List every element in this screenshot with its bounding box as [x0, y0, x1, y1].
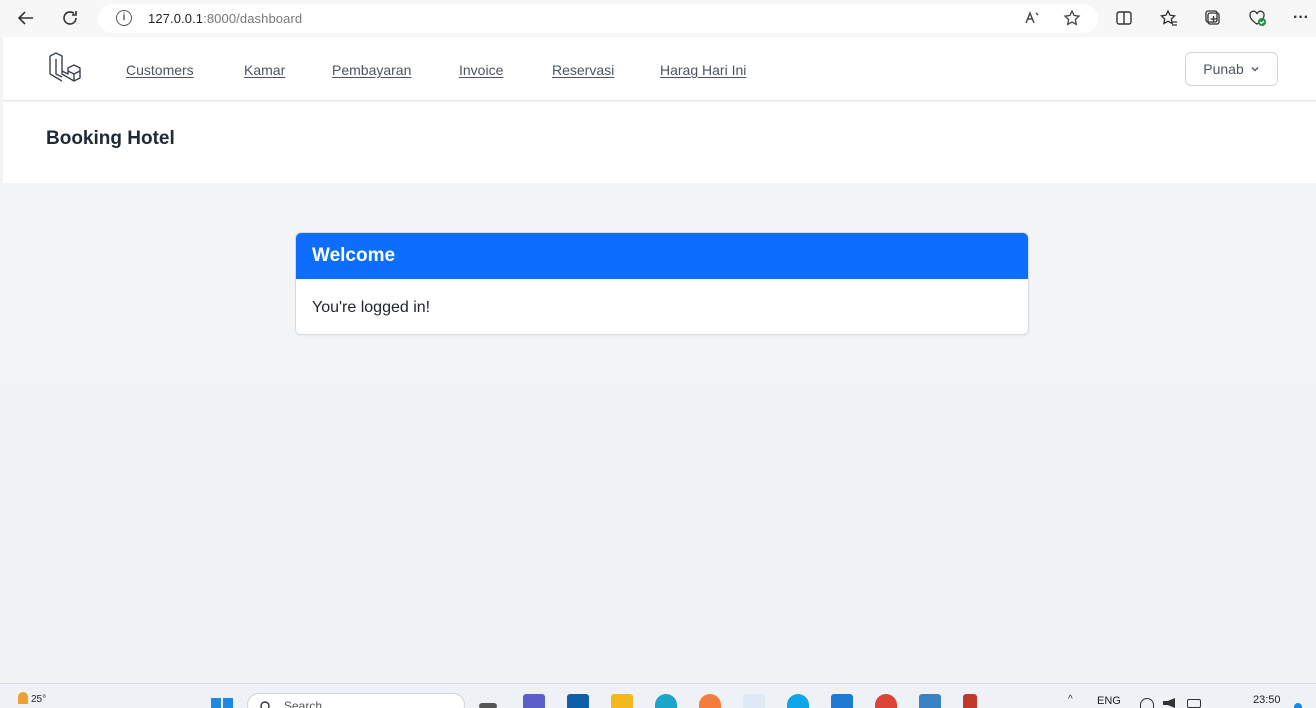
taskbar-search-input[interactable]: Search [247, 693, 465, 708]
split-screen-icon[interactable] [1110, 4, 1138, 32]
edge-icon[interactable] [655, 694, 677, 708]
card-title: Welcome [296, 233, 1028, 279]
store-icon[interactable] [743, 694, 765, 708]
photos-icon[interactable] [919, 694, 941, 708]
mail-icon[interactable] [567, 694, 589, 708]
address-bar[interactable]: i 127.0.0.1:8000/dashboard [98, 4, 1098, 33]
nav-link-pembayaran[interactable]: Pembayaran [332, 62, 411, 78]
browser-toolbar: i 127.0.0.1:8000/dashboard ··· [0, 0, 1316, 37]
collections-icon[interactable] [1199, 4, 1227, 32]
welcome-card: Welcome You're logged in! [295, 232, 1029, 335]
app-icon-2[interactable] [963, 694, 977, 708]
wifi-icon[interactable] [1140, 698, 1154, 708]
taskbar: 25° Search ^ ENG 23:50 [0, 683, 1316, 708]
page: Customers Kamar Pembayaran Invoice Reser… [3, 37, 1316, 683]
search-placeholder: Search [284, 699, 323, 708]
user-name: Punab [1203, 61, 1244, 77]
windows-start-icon[interactable] [211, 696, 233, 708]
navbar: Customers Kamar Pembayaran Invoice Reser… [3, 37, 1316, 101]
user-dropdown-button[interactable]: Punab [1185, 52, 1278, 86]
weather-widget[interactable] [18, 692, 28, 704]
app-icon[interactable] [787, 694, 809, 708]
favorites-icon[interactable] [1155, 4, 1183, 32]
reload-icon[interactable] [56, 4, 84, 32]
laravel-logo-icon[interactable] [47, 51, 83, 87]
url-path: :8000/dashboard [203, 11, 303, 26]
task-view-icon[interactable] [479, 703, 497, 708]
battery-icon[interactable] [1187, 699, 1201, 708]
main-content: Welcome You're logged in! [3, 183, 1316, 384]
file-explorer-icon[interactable] [611, 694, 633, 708]
search-icon [260, 701, 270, 708]
nav-link-invoice[interactable]: Invoice [459, 62, 503, 78]
url-host: 127.0.0.1 [148, 11, 204, 26]
nav-link-customers[interactable]: Customers [126, 62, 194, 78]
language-indicator[interactable]: ENG [1097, 695, 1121, 707]
weather-temp: 25° [31, 694, 47, 705]
clock-time[interactable]: 23:50 [1253, 694, 1281, 706]
browser-essentials-icon[interactable] [1243, 4, 1271, 32]
nav-link-kamar[interactable]: Kamar [244, 62, 285, 78]
empty-area [3, 384, 1316, 683]
notification-dot-icon[interactable] [1294, 703, 1302, 708]
more-menu-icon[interactable]: ··· [1287, 4, 1315, 32]
teams-icon[interactable] [523, 694, 545, 708]
chevron-up-icon[interactable]: ^ [1068, 694, 1073, 705]
card-message: You're logged in! [312, 299, 431, 316]
nav-link-harga-hari-ini[interactable]: Harag Hari Ini [660, 62, 746, 78]
chrome-icon[interactable] [875, 694, 897, 708]
volume-icon[interactable] [1163, 698, 1175, 708]
firefox-icon[interactable] [699, 694, 721, 708]
page-title: Booking Hotel [46, 128, 175, 149]
chevron-down-icon [1251, 67, 1259, 72]
url-text: 127.0.0.1:8000/dashboard [148, 11, 302, 26]
favorite-star-icon[interactable] [1058, 4, 1086, 32]
read-aloud-icon[interactable] [1018, 4, 1046, 32]
site-info-icon[interactable]: i [116, 10, 132, 26]
vscode-icon[interactable] [831, 694, 853, 708]
back-icon[interactable] [12, 4, 40, 32]
page-header: Booking Hotel [3, 102, 1316, 183]
nav-link-reservasi[interactable]: Reservasi [552, 62, 614, 78]
